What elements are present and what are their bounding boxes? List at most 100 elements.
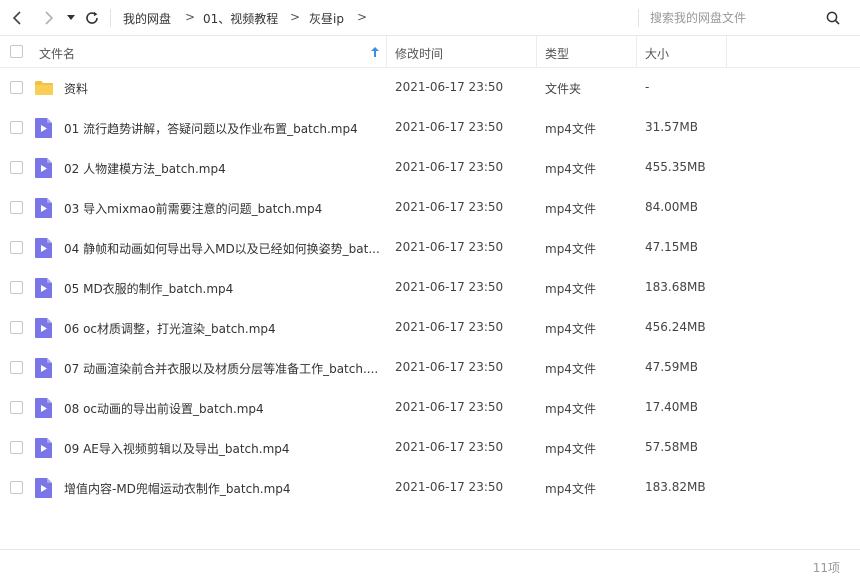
back-button[interactable] [6, 6, 30, 30]
history-dropdown-button[interactable] [60, 6, 82, 30]
file-type: mp4文件 [545, 202, 596, 216]
file-type: mp4文件 [545, 282, 596, 296]
file-name[interactable]: 02 人物建模方法_batch.mp4 [64, 160, 382, 177]
row-checkbox[interactable] [10, 281, 23, 294]
row-checkbox[interactable] [10, 441, 23, 454]
breadcrumb-separator: > [357, 10, 368, 24]
row-checkbox[interactable] [10, 361, 23, 374]
breadcrumb-item-videos[interactable]: 01、视频教程 [203, 10, 278, 27]
file-list-header: 文件名 修改时间 类型 大小 [0, 36, 860, 68]
column-divider[interactable] [386, 36, 387, 68]
file-modified-time: 2021-06-17 23:50 [395, 80, 504, 94]
file-size: - [645, 80, 650, 94]
file-type: mp4文件 [545, 162, 596, 176]
column-divider[interactable] [636, 36, 637, 68]
file-type: mp4文件 [545, 482, 596, 496]
row-checkbox[interactable] [10, 121, 23, 134]
file-row[interactable]: 增值内容-MD兜帽运动衣制作_batch.mp4 2021-06-17 23:50… [0, 468, 860, 508]
search-icon [826, 11, 840, 25]
status-bar: 11项 [0, 549, 860, 581]
search-button[interactable] [822, 6, 844, 30]
video-file-icon [35, 318, 52, 338]
file-row[interactable]: 05 MD衣服的制作_batch.mp4 2021-06-17 23:50 mp4文… [0, 268, 860, 308]
breadcrumb-separator: > [185, 10, 196, 24]
file-modified-time: 2021-06-17 23:50 [395, 440, 504, 454]
file-modified-time: 2021-06-17 23:50 [395, 160, 504, 174]
navigation-bar: 我的网盘 > 01、视频教程 > 灰昼ip > [0, 0, 860, 36]
column-header-name[interactable]: 文件名 [39, 45, 75, 62]
video-file-icon [35, 278, 52, 298]
row-checkbox[interactable] [10, 161, 23, 174]
file-size: 456.24MB [645, 320, 706, 334]
file-modified-time: 2021-06-17 23:50 [395, 480, 504, 494]
row-checkbox[interactable] [10, 321, 23, 334]
file-name[interactable]: 增值内容-MD兜帽运动衣制作_batch.mp4 [64, 480, 382, 497]
forward-button[interactable] [36, 6, 60, 30]
file-modified-time: 2021-06-17 23:50 [395, 240, 504, 254]
file-row[interactable]: 07 动画渲染前合并衣服以及材质分层等准备工作_batch.... 2021-06… [0, 348, 860, 388]
file-name[interactable]: 08 oc动画的导出前设置_batch.mp4 [64, 400, 382, 417]
breadcrumb-item-root[interactable]: 我的网盘 [123, 10, 171, 27]
sort-ascending-icon[interactable] [371, 47, 379, 57]
file-row[interactable]: 02 人物建模方法_batch.mp4 2021-06-17 23:50 mp4文件… [0, 148, 860, 188]
chevron-left-icon [12, 11, 21, 25]
file-type: mp4文件 [545, 442, 596, 456]
row-checkbox[interactable] [10, 81, 23, 94]
file-modified-time: 2021-06-17 23:50 [395, 320, 504, 334]
search-input[interactable] [650, 8, 810, 28]
video-file-icon [35, 478, 52, 498]
file-name[interactable]: 05 MD衣服的制作_batch.mp4 [64, 280, 382, 297]
file-name[interactable]: 资料 [64, 80, 382, 97]
file-name[interactable]: 06 oc材质调整，打光渲染_batch.mp4 [64, 320, 382, 337]
file-row[interactable]: 06 oc材质调整，打光渲染_batch.mp4 2021-06-17 23:50… [0, 308, 860, 348]
file-modified-time: 2021-06-17 23:50 [395, 200, 504, 214]
breadcrumb-item-current[interactable]: 灰昼ip [309, 10, 344, 27]
file-size: 47.59MB [645, 360, 698, 374]
file-name[interactable]: 07 动画渲染前合并衣服以及材质分层等准备工作_batch.... [64, 360, 382, 377]
file-type: mp4文件 [545, 362, 596, 376]
file-name[interactable]: 01 流行趋势讲解，答疑问题以及作业布置_batch.mp4 [64, 120, 382, 137]
caret-down-icon [67, 15, 75, 20]
row-checkbox[interactable] [10, 481, 23, 494]
column-divider[interactable] [536, 36, 537, 68]
file-size: 57.58MB [645, 440, 698, 454]
file-row[interactable]: 09 AE导入视频剪辑以及导出_batch.mp4 2021-06-17 23:5… [0, 428, 860, 468]
file-modified-time: 2021-06-17 23:50 [395, 280, 504, 294]
file-row[interactable]: 资料 2021-06-17 23:50 文件夹 - [0, 68, 860, 108]
video-file-icon [35, 358, 52, 378]
row-checkbox[interactable] [10, 201, 23, 214]
column-header-modified[interactable]: 修改时间 [395, 45, 443, 62]
file-row[interactable]: 08 oc动画的导出前设置_batch.mp4 2021-06-17 23:50 m… [0, 388, 860, 428]
video-file-icon [35, 398, 52, 418]
video-file-icon [35, 438, 52, 458]
file-row[interactable]: 04 静帧和动画如何导出导入MD以及已经如何换姿势_bat... 2021-06-… [0, 228, 860, 268]
breadcrumb-separator: > [290, 10, 301, 24]
refresh-icon [86, 11, 98, 24]
column-divider[interactable] [726, 36, 727, 68]
toolbar-divider [110, 9, 111, 27]
row-checkbox[interactable] [10, 241, 23, 254]
column-header-size[interactable]: 大小 [645, 45, 669, 62]
search-divider [638, 9, 639, 27]
refresh-button[interactable] [80, 6, 104, 30]
file-row[interactable]: 03 导入mixmao前需要注意的问题_batch.mp4 2021-06-17 … [0, 188, 860, 228]
file-modified-time: 2021-06-17 23:50 [395, 360, 504, 374]
video-file-icon [35, 118, 52, 138]
video-file-icon [35, 158, 52, 178]
file-size: 183.68MB [645, 280, 706, 294]
video-file-icon [35, 198, 52, 218]
file-size: 31.57MB [645, 120, 698, 134]
file-row[interactable]: 01 流行趋势讲解，答疑问题以及作业布置_batch.mp4 2021-06-17… [0, 108, 860, 148]
file-name[interactable]: 04 静帧和动画如何导出导入MD以及已经如何换姿势_bat... [64, 240, 382, 257]
file-type: mp4文件 [545, 242, 596, 256]
file-type: mp4文件 [545, 122, 596, 136]
file-size: 47.15MB [645, 240, 698, 254]
folder-icon [35, 81, 53, 95]
file-name[interactable]: 09 AE导入视频剪辑以及导出_batch.mp4 [64, 440, 382, 457]
file-name[interactable]: 03 导入mixmao前需要注意的问题_batch.mp4 [64, 200, 382, 217]
select-all-checkbox[interactable] [10, 45, 23, 58]
file-size: 84.00MB [645, 200, 698, 214]
chevron-right-icon [45, 11, 54, 25]
column-header-type[interactable]: 类型 [545, 45, 569, 62]
row-checkbox[interactable] [10, 401, 23, 414]
